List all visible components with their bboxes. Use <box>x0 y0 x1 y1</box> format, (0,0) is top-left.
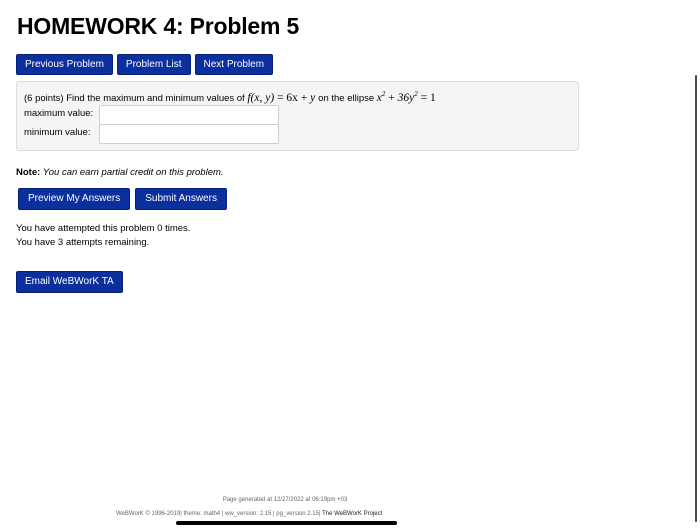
problem-nav: Previous Problem Problem List Next Probl… <box>16 54 274 75</box>
ellipse-rhs: 1 <box>430 91 436 104</box>
problem-panel: (6 points) Find the maximum and minimum … <box>16 81 579 151</box>
plus-sign: + <box>300 91 308 104</box>
home-indicator[interactable] <box>176 521 397 525</box>
answer-actions: Preview My Answers Submit Answers <box>18 188 227 210</box>
webwork-project-link[interactable]: The WeBWorK Project <box>322 511 382 517</box>
page-generated-text: Page generated at 12/27/2022 at 06:19pm … <box>222 497 348 503</box>
footer-credits: WeBWorK © 1996-2019| theme: math4 | ww_v… <box>116 511 382 517</box>
scrollbar[interactable] <box>695 75 697 522</box>
term-y: y <box>310 91 316 104</box>
preview-answers-button[interactable]: Preview My Answers <box>18 188 131 210</box>
function-expression: f(x, y) = 6x + y <box>247 92 318 104</box>
plus-sign-2: + <box>388 91 395 104</box>
minimum-label: minimum value: <box>24 127 91 138</box>
maximum-label: maximum value: <box>24 108 94 119</box>
partial-credit-note: Note: You can earn partial credit on thi… <box>16 167 224 178</box>
next-problem-button[interactable]: Next Problem <box>194 54 274 75</box>
attempts-info: You have attempted this problem 0 times.… <box>16 222 190 250</box>
submit-answers-button[interactable]: Submit Answers <box>135 188 227 210</box>
exponent-x: 2 <box>381 90 386 98</box>
note-label: Note: <box>16 167 41 178</box>
problem-statement: (6 points) Find the maximum and minimum … <box>24 90 436 104</box>
maximum-value-input[interactable] <box>99 105 279 125</box>
ellipse-text: on the ellipse <box>318 92 375 104</box>
problem-list-button[interactable]: Problem List <box>116 54 191 75</box>
attempts-remaining: You have 3 attempts remaining. <box>16 237 150 248</box>
exponent-y: 2 <box>414 90 418 98</box>
function-lhs: f(x, y) <box>247 91 275 104</box>
ellipse-y: 36y <box>397 91 415 104</box>
email-ta-button[interactable]: Email WeBWorK TA <box>16 271 123 293</box>
version-info: WeBWorK © 1996-2019| theme: math4 | ww_v… <box>116 511 321 517</box>
equals-sign: = <box>277 91 284 104</box>
minimum-value-input[interactable] <box>99 124 279 144</box>
note-text: You can earn partial credit on this prob… <box>42 167 224 178</box>
ellipse-equation: x2 + 36y2 = 1 <box>377 90 436 104</box>
equals-sign-2: = <box>420 91 428 104</box>
attempts-made: You have attempted this problem 0 times. <box>16 223 191 234</box>
previous-problem-button[interactable]: Previous Problem <box>16 54 113 75</box>
page-title: HOMEWORK 4: Problem 5 <box>17 13 300 39</box>
problem-prompt: (6 points) Find the maximum and minimum … <box>24 92 245 104</box>
term-6x: 6x <box>286 91 298 104</box>
